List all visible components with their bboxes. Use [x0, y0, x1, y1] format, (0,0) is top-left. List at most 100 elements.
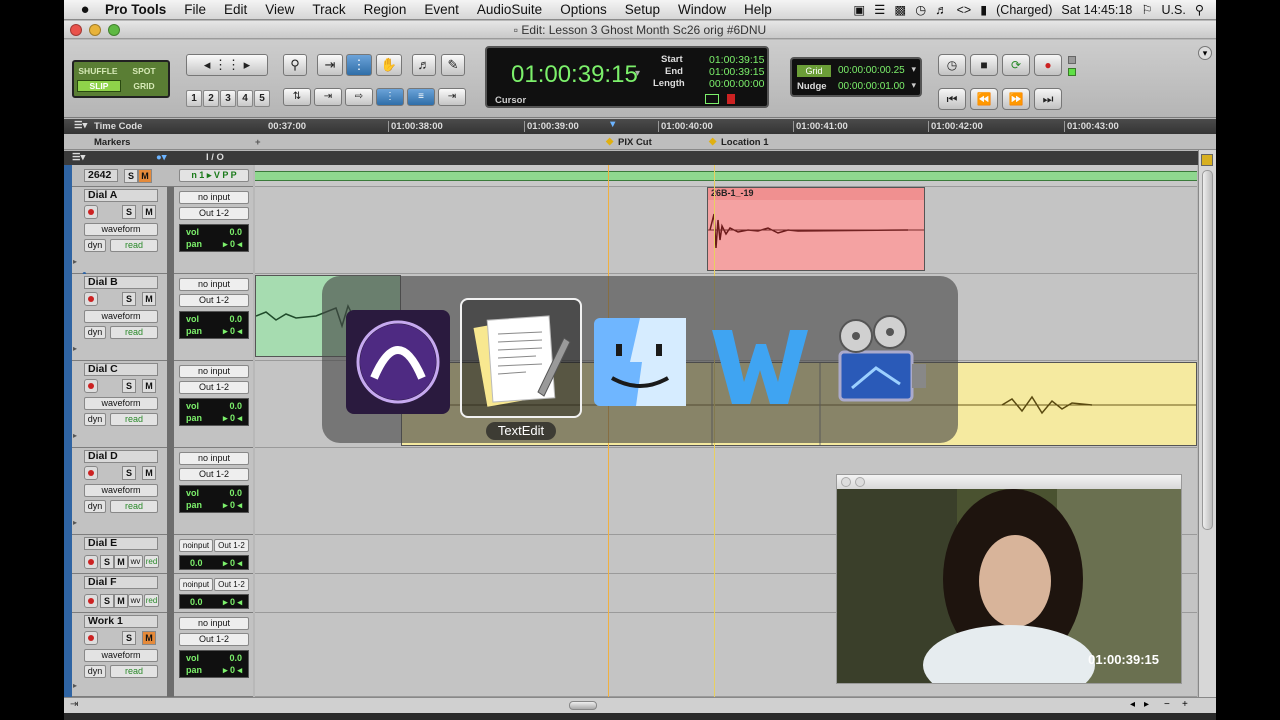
zoom-in-icon[interactable]: +	[1182, 699, 1188, 710]
zoom-preset-1[interactable]: 1	[186, 90, 202, 107]
zoom-preset-5[interactable]: 5	[254, 90, 270, 107]
battery-icon[interactable]: ▮	[980, 2, 987, 17]
vol-value[interactable]: 0.0	[229, 401, 242, 411]
nudge-label[interactable]: Nudge	[797, 81, 831, 93]
rewind-icon[interactable]: ⏪	[970, 88, 998, 110]
input-selector[interactable]: noinput	[179, 539, 213, 552]
expand-track-icon[interactable]: ▸	[73, 431, 77, 440]
track-name[interactable]: Dial C	[84, 363, 158, 376]
track-name[interactable]: Work 1	[84, 615, 158, 628]
flag-icon[interactable]: ⚐	[1141, 2, 1152, 17]
playhead-marker-icon[interactable]: ▼	[608, 119, 617, 130]
markers-ruler[interactable]: Markers + ◆ PIX Cut ◆ Location 1	[64, 134, 1216, 150]
dyn-button[interactable]: dyn	[84, 326, 106, 339]
track-view-selector[interactable]: wv	[128, 594, 143, 607]
shuffle-mode-button[interactable]: SHUFFLE	[76, 66, 120, 76]
vol-pan-display[interactable]: vol 0.0 pan ▸ 0 ◂	[179, 398, 249, 426]
pan-value[interactable]: ▸ 0 ◂	[223, 326, 242, 337]
output-selector[interactable]: Out 1-2	[179, 294, 249, 307]
vol-pan-display[interactable]: vol 0.0 pan ▸ 0 ◂	[179, 224, 249, 252]
vol-pan-display[interactable]: vol 0.0 pan ▸ 0 ◂	[179, 650, 249, 678]
vol-pan-display[interactable]: vol 0.0 pan ▸ 0 ◂	[179, 485, 249, 513]
menu-track[interactable]: Track	[303, 2, 354, 17]
dyn-button[interactable]: dyn	[84, 413, 106, 426]
mute-button[interactable]: M	[142, 631, 156, 645]
clock[interactable]: Sat 14:45:18	[1061, 3, 1132, 17]
record-arm-button[interactable]	[84, 555, 98, 569]
pan-value[interactable]: ▸ 0 ◂	[223, 500, 242, 511]
marker-diamond-icon[interactable]: ◆	[709, 136, 716, 147]
grabber-tool-icon[interactable]: ✋	[376, 54, 402, 76]
output-selector[interactable]: Out 1-2	[179, 468, 249, 481]
video-track-controls[interactable]: n 1 ▸ V P P	[179, 169, 249, 182]
solo-button[interactable]: S	[100, 555, 114, 569]
record-arm-button[interactable]	[84, 594, 98, 608]
horizontal-scroll-thumb[interactable]	[569, 701, 597, 710]
dyn-button[interactable]: dyn	[84, 500, 106, 513]
track-name[interactable]: Dial F	[84, 576, 158, 589]
close-video-icon[interactable]	[841, 477, 851, 487]
track-view-selector[interactable]: waveform	[84, 397, 158, 410]
input-source[interactable]: U.S.	[1162, 3, 1186, 17]
vol-pan-display[interactable]: 0.0 ▸ 0 ◂	[179, 594, 249, 609]
track-view-selector[interactable]: waveform	[84, 484, 158, 497]
marker-pix-cut[interactable]: PIX Cut	[618, 137, 652, 148]
display-icon[interactable]: ▩	[894, 2, 906, 17]
menu-setup[interactable]: Setup	[616, 2, 669, 17]
input-selector[interactable]: noinput	[179, 578, 213, 591]
zoom-preset-2[interactable]: 2	[203, 90, 219, 107]
pencil-tool-icon[interactable]: ✎	[441, 54, 465, 76]
automation-mode[interactable]: read	[110, 239, 158, 252]
menu-region[interactable]: Region	[355, 2, 416, 17]
expand-track-icon[interactable]: ▸	[73, 257, 77, 266]
arrow-left-right-icon[interactable]: ⇥	[70, 699, 78, 710]
toolbar-options-icon[interactable]: ▾	[1198, 46, 1212, 60]
zoom-out-icon[interactable]: −	[1164, 699, 1170, 710]
solo-button[interactable]: S	[122, 466, 136, 480]
input-selector[interactable]: no input	[179, 452, 249, 465]
solo-button[interactable]: S	[124, 169, 138, 183]
search-icon[interactable]: ⚲	[1195, 2, 1204, 17]
input-selector[interactable]: no input	[179, 365, 249, 378]
scrubber-tool-icon[interactable]: ♬	[412, 54, 436, 76]
vol-value[interactable]: 0.0	[229, 227, 242, 237]
zoom-toggle-icon[interactable]: ⇥	[438, 88, 466, 106]
video-clip-strip[interactable]	[255, 171, 1197, 181]
go-to-end-icon[interactable]: ⏭	[1034, 88, 1062, 110]
vol-value[interactable]: 0.0	[229, 653, 242, 663]
counter-dropdown-icon[interactable]: ▾	[635, 68, 640, 79]
track-list-menu-icon[interactable]: ☰▾	[72, 152, 85, 163]
output-selector[interactable]: Out 1-2	[179, 633, 249, 646]
scroll-right-icon[interactable]: ▸	[1144, 699, 1149, 710]
mirror-midi-icon[interactable]: ⇨	[345, 88, 373, 106]
menu-event[interactable]: Event	[415, 2, 468, 17]
output-selector[interactable]: Out 1-2	[214, 539, 249, 552]
automation-mode[interactable]: red	[144, 555, 159, 568]
track-view-selector[interactable]: waveform	[84, 649, 158, 662]
output-selector[interactable]: Out 1-2	[179, 381, 249, 394]
automation-mode[interactable]: red	[144, 594, 159, 607]
link-timeline-icon[interactable]: ⋮	[376, 88, 404, 106]
grid-value[interactable]: 00:00:00:00.25	[838, 65, 905, 76]
video-lane[interactable]	[255, 165, 1197, 187]
vertical-scroll-thumb[interactable]	[1202, 170, 1213, 530]
video-window-title-bar[interactable]	[837, 475, 1181, 489]
end-value[interactable]: 01:00:39:15	[709, 66, 764, 78]
mute-button[interactable]: M	[142, 205, 156, 219]
automation-mode[interactable]: read	[110, 500, 158, 513]
menu-audiosuite[interactable]: AudioSuite	[468, 2, 551, 17]
track-name[interactable]: Dial D	[84, 450, 158, 463]
add-marker-icon[interactable]: +	[255, 137, 261, 148]
vol-value[interactable]: 0.0	[229, 314, 242, 324]
dyn-button[interactable]: dyn	[84, 239, 106, 252]
mute-button[interactable]: M	[114, 594, 128, 608]
pan-value[interactable]: ▸ 0 ◂	[223, 413, 242, 424]
menu-window[interactable]: Window	[669, 2, 735, 17]
solo-button[interactable]: S	[122, 379, 136, 393]
slip-mode-button[interactable]: SLIP	[77, 80, 121, 92]
marker-diamond-icon[interactable]: ◆	[606, 136, 613, 147]
track-view-selector[interactable]: waveform	[84, 223, 158, 236]
close-window-button[interactable]	[70, 24, 82, 36]
automation-mode[interactable]: read	[110, 665, 158, 678]
pan-value[interactable]: ▸ 0 ◂	[223, 558, 242, 569]
